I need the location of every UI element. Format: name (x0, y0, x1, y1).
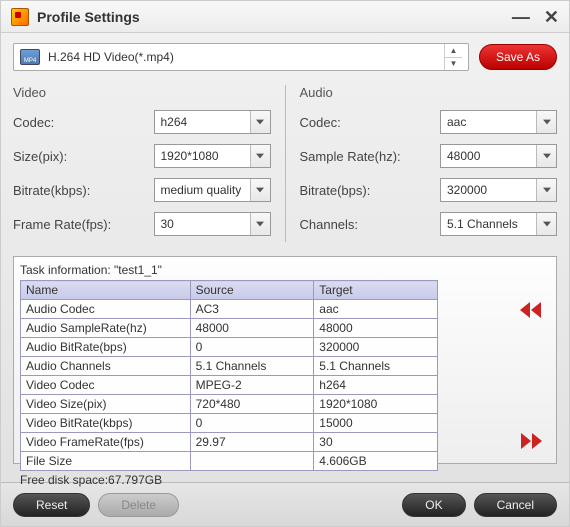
table-cell: File Size (21, 452, 191, 471)
table-row[interactable]: Video Size(pix)720*4801920*1080 (21, 395, 438, 414)
audio-bitrate-select[interactable]: 320000 (440, 178, 557, 202)
save-as-button[interactable]: Save As (479, 44, 557, 70)
titlebar: Profile Settings — ✕ (1, 1, 569, 33)
footer: Reset Delete OK Cancel (1, 482, 569, 526)
chevron-down-icon (536, 111, 556, 133)
table-row[interactable]: Video CodecMPEG-2h264 (21, 376, 438, 395)
chevron-down-icon (536, 145, 556, 167)
table-cell: h264 (314, 376, 438, 395)
prev-task-button[interactable] (518, 300, 544, 320)
close-button[interactable]: ✕ (544, 8, 559, 26)
audio-panel: Audio Codec: aac Sample Rate(hz): 48000 (300, 81, 558, 246)
format-icon: MP4 (20, 49, 40, 65)
table-row[interactable]: File Size 4.606GB (21, 452, 438, 471)
table-cell: 320000 (314, 338, 438, 357)
table-row[interactable]: Audio SampleRate(hz)4800048000 (21, 319, 438, 338)
chevron-down-icon (250, 145, 270, 167)
profile-settings-window: Profile Settings — ✕ MP4 H.264 HD Video(… (0, 0, 570, 527)
table-cell: 48000 (314, 319, 438, 338)
table-cell: 48000 (190, 319, 314, 338)
delete-button: Delete (98, 493, 179, 517)
table-cell: Video FrameRate(fps) (21, 433, 191, 452)
video-size-label: Size(pix): (13, 149, 154, 164)
table-cell: AC3 (190, 300, 314, 319)
format-spinner[interactable]: ▲ ▼ (444, 44, 462, 70)
rewind-icon (520, 302, 542, 318)
format-select[interactable]: MP4 H.264 HD Video(*.mp4) ▲ ▼ (13, 43, 469, 71)
task-table: Name Source Target Audio CodecAC3aacAudi… (20, 280, 438, 471)
audio-heading: Audio (300, 85, 558, 100)
next-task-button[interactable] (518, 431, 544, 451)
chevron-down-icon (536, 179, 556, 201)
panel-divider (285, 85, 286, 242)
table-cell: Video Size(pix) (21, 395, 191, 414)
table-cell: Audio Channels (21, 357, 191, 376)
table-row[interactable]: Video BitRate(kbps)015000 (21, 414, 438, 433)
table-cell: 720*480 (190, 395, 314, 414)
cancel-button[interactable]: Cancel (474, 493, 557, 517)
chevron-down-icon (536, 213, 556, 235)
video-bitrate-label: Bitrate(kbps): (13, 183, 154, 198)
audio-channels-select[interactable]: 5.1 Channels (440, 212, 557, 236)
table-cell: 29.97 (190, 433, 314, 452)
forward-icon (520, 433, 542, 449)
spinner-up-icon[interactable]: ▲ (445, 44, 462, 58)
app-icon (11, 8, 29, 26)
table-cell: 15000 (314, 414, 438, 433)
spinner-down-icon[interactable]: ▼ (445, 58, 462, 71)
audio-channels-label: Channels: (300, 217, 441, 232)
audio-bitrate-label: Bitrate(bps): (300, 183, 441, 198)
table-cell: 5.1 Channels (190, 357, 314, 376)
video-codec-select[interactable]: h264 (154, 110, 271, 134)
audio-samplerate-select[interactable]: 48000 (440, 144, 557, 168)
task-info-panel: Task information: "test1_1" Name Source … (13, 256, 557, 464)
table-cell: Audio Codec (21, 300, 191, 319)
table-cell: Video BitRate(kbps) (21, 414, 191, 433)
free-disk-space: Free disk space:67.797GB (20, 473, 550, 487)
format-label: H.264 HD Video(*.mp4) (48, 50, 174, 64)
table-cell: 0 (190, 414, 314, 433)
col-source: Source (190, 281, 314, 300)
video-codec-label: Codec: (13, 115, 154, 130)
audio-samplerate-label: Sample Rate(hz): (300, 149, 441, 164)
table-cell: MPEG-2 (190, 376, 314, 395)
video-panel: Video Codec: h264 Size(pix): 1920*1080 (13, 81, 271, 246)
table-cell: Audio SampleRate(hz) (21, 319, 191, 338)
audio-codec-select[interactable]: aac (440, 110, 557, 134)
table-row[interactable]: Audio BitRate(bps)0320000 (21, 338, 438, 357)
chevron-down-icon (250, 213, 270, 235)
video-heading: Video (13, 85, 271, 100)
table-row[interactable]: Audio Channels5.1 Channels5.1 Channels (21, 357, 438, 376)
table-cell: aac (314, 300, 438, 319)
video-framerate-select[interactable]: 30 (154, 212, 271, 236)
reset-button[interactable]: Reset (13, 493, 90, 517)
table-row[interactable]: Audio CodecAC3aac (21, 300, 438, 319)
minimize-button[interactable]: — (512, 8, 530, 26)
ok-button[interactable]: OK (402, 493, 465, 517)
table-cell: 1920*1080 (314, 395, 438, 414)
table-cell: 30 (314, 433, 438, 452)
task-title: Task information: "test1_1" (20, 263, 550, 277)
table-cell: 5.1 Channels (314, 357, 438, 376)
window-title: Profile Settings (37, 9, 512, 25)
table-cell: 4.606GB (314, 452, 438, 471)
col-target: Target (314, 281, 438, 300)
table-cell: Audio BitRate(bps) (21, 338, 191, 357)
audio-codec-label: Codec: (300, 115, 441, 130)
video-size-select[interactable]: 1920*1080 (154, 144, 271, 168)
video-framerate-label: Frame Rate(fps): (13, 217, 154, 232)
chevron-down-icon (250, 111, 270, 133)
table-row[interactable]: Video FrameRate(fps)29.9730 (21, 433, 438, 452)
video-bitrate-select[interactable]: medium quality (154, 178, 271, 202)
chevron-down-icon (250, 179, 270, 201)
col-name: Name (21, 281, 191, 300)
table-cell: 0 (190, 338, 314, 357)
table-cell (190, 452, 314, 471)
table-cell: Video Codec (21, 376, 191, 395)
